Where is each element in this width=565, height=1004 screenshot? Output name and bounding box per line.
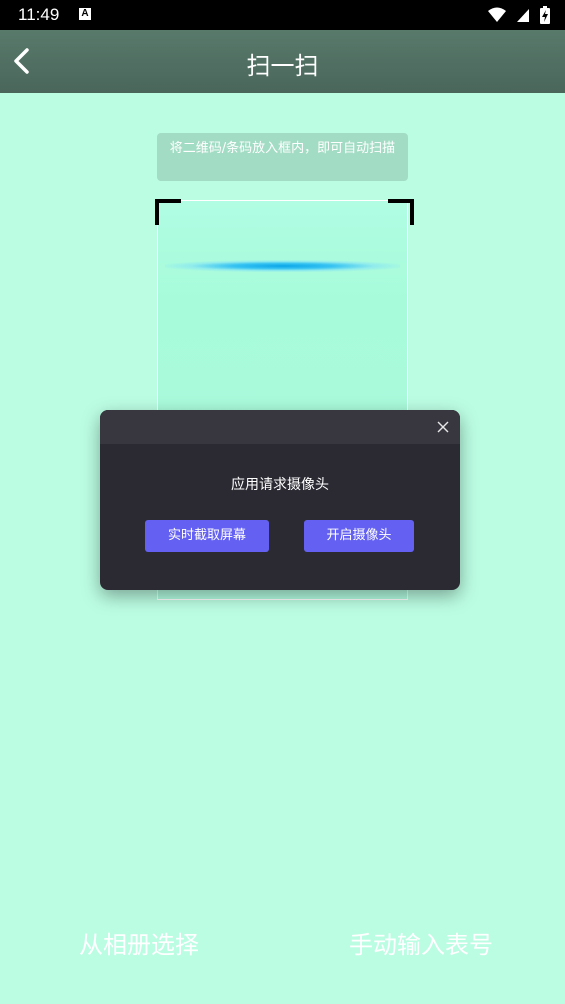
wifi-icon xyxy=(487,7,506,22)
title-bar: 扫一扫 xyxy=(0,30,565,93)
notification-icon: A xyxy=(79,8,91,20)
battery-charging-icon xyxy=(540,6,550,24)
close-icon[interactable] xyxy=(436,420,450,434)
camera-permission-dialog: 应用请求摄像头 实时截取屏幕 开启摄像头 xyxy=(100,410,460,590)
manual-input-button[interactable]: 手动输入表号 xyxy=(349,925,493,960)
page-title: 扫一扫 xyxy=(246,52,319,80)
status-time: 11:49 xyxy=(18,5,60,24)
screen-capture-button[interactable]: 实时截取屏幕 xyxy=(145,520,269,552)
open-camera-button[interactable]: 开启摄像头 xyxy=(304,520,414,552)
scan-line xyxy=(165,260,400,272)
status-icons xyxy=(483,6,551,24)
status-bar: 11:49 A xyxy=(0,0,565,30)
select-from-album-button[interactable]: 从相册选择 xyxy=(79,925,199,960)
dialog-header xyxy=(100,410,460,444)
dialog-message: 应用请求摄像头 xyxy=(231,477,329,493)
signal-icon xyxy=(516,9,529,22)
scan-corner-top-right xyxy=(388,199,414,225)
scan-hint: 将二维码/条码放入框内，即可自动扫描 xyxy=(157,133,408,181)
scan-corner-top-left xyxy=(155,199,181,225)
